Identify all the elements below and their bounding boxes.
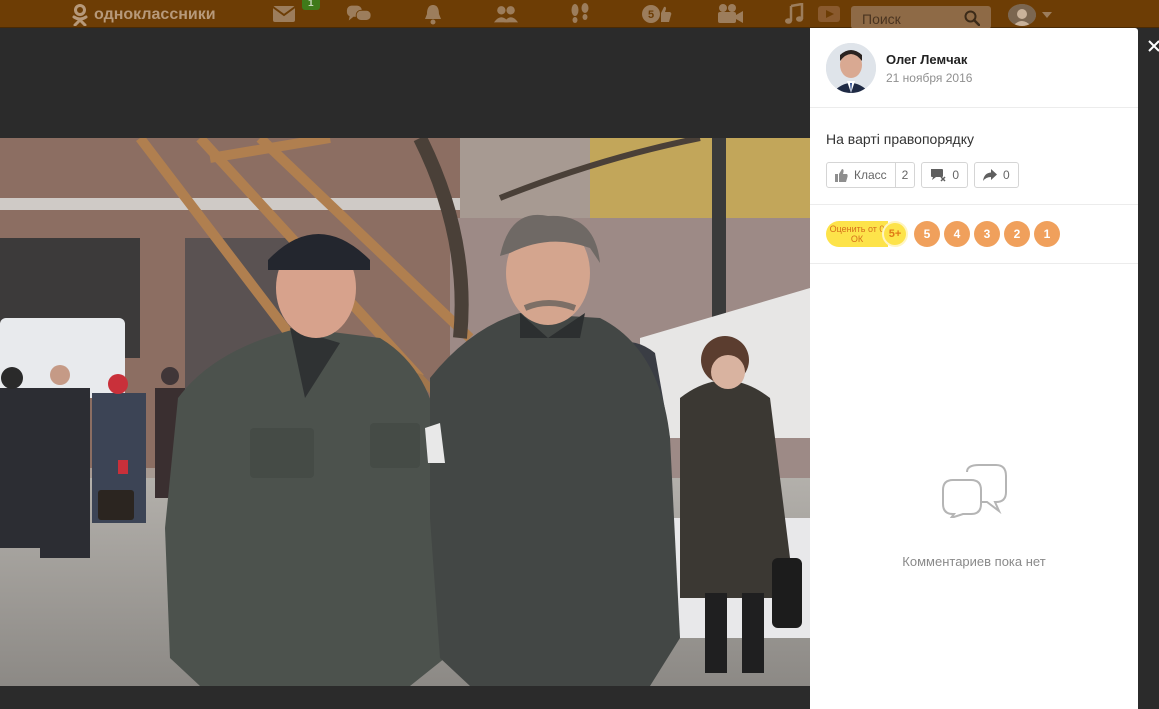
post-caption: На варті правопорядку <box>826 131 974 147</box>
video-play-icon <box>818 6 840 22</box>
author-name[interactable]: Олег Лемчак <box>886 52 967 67</box>
comment-button[interactable]: 0 <box>921 162 969 188</box>
rate-label[interactable]: Оценить от 0 ОК <box>826 221 888 247</box>
friends-icon <box>493 6 519 23</box>
comments-empty-icon <box>942 464 1007 518</box>
search-icon[interactable] <box>964 10 980 26</box>
photo-image <box>0 138 810 686</box>
video-button[interactable] <box>715 3 745 25</box>
post-photo[interactable] <box>0 138 810 686</box>
chevron-down-icon[interactable] <box>1042 12 1052 18</box>
rating-bar: Оценить от 0 ОК 5+ 5 4 3 2 1 <box>826 221 1060 247</box>
comment-icon <box>931 169 946 182</box>
share-count: 0 <box>1003 168 1010 182</box>
author-block: Олег Лемчак 21 ноября 2016 <box>810 28 1138 108</box>
guests-button[interactable] <box>567 3 593 25</box>
notifications-button[interactable] <box>420 3 446 25</box>
avatar-icon <box>1008 4 1036 26</box>
like-label: Класс <box>854 168 887 182</box>
events-button[interactable]: 5 <box>640 3 674 25</box>
events-icon: 5 <box>642 5 672 23</box>
share-arrow-icon <box>983 169 998 181</box>
logo-icon <box>72 4 88 26</box>
music-button[interactable] <box>781 3 807 25</box>
divider <box>810 204 1138 205</box>
divider <box>810 263 1138 264</box>
bell-icon <box>425 5 441 25</box>
comment-count: 0 <box>952 168 960 182</box>
rate-4-button[interactable]: 4 <box>944 221 970 247</box>
footprints-icon <box>571 3 589 23</box>
logo-text: одноклассники <box>94 6 216 23</box>
like-button[interactable]: Класс 2 <box>826 162 916 188</box>
like-count: 2 <box>894 163 915 187</box>
site-logo[interactable]: одноклассники <box>72 4 216 26</box>
rate-5plus-button[interactable]: 5+ <box>882 221 908 247</box>
video-play-button[interactable] <box>816 3 842 25</box>
no-comments-text: Комментариев пока нет <box>902 554 1046 569</box>
svg-text:5: 5 <box>648 9 654 21</box>
post-date: 21 ноября 2016 <box>886 71 973 85</box>
rate-3-button[interactable]: 3 <box>974 221 1000 247</box>
post-side-panel: Олег Лемчак 21 ноября 2016 На варті прав… <box>810 28 1138 709</box>
messages-button[interactable] <box>271 3 297 25</box>
thumbs-up-icon <box>835 168 848 182</box>
close-icon[interactable] <box>1148 40 1159 52</box>
top-navigation-bar: одноклассники 1 5 Поиск <box>0 0 1159 29</box>
discussions-icon <box>346 5 372 21</box>
author-avatar[interactable] <box>826 43 876 93</box>
user-avatar[interactable] <box>1008 4 1036 26</box>
discussions-button[interactable] <box>346 3 372 25</box>
rate-2-button[interactable]: 2 <box>1004 221 1030 247</box>
post-actions: Класс 2 0 0 <box>826 162 1019 188</box>
messages-badge: 1 <box>302 0 320 10</box>
author-avatar-image <box>826 43 876 93</box>
rate-1-button[interactable]: 1 <box>1034 221 1060 247</box>
envelope-icon <box>272 6 296 22</box>
video-icon <box>718 4 743 23</box>
rate-5-button[interactable]: 5 <box>914 221 940 247</box>
music-icon <box>785 3 804 24</box>
friends-button[interactable] <box>493 3 519 25</box>
share-button[interactable]: 0 <box>974 162 1019 188</box>
